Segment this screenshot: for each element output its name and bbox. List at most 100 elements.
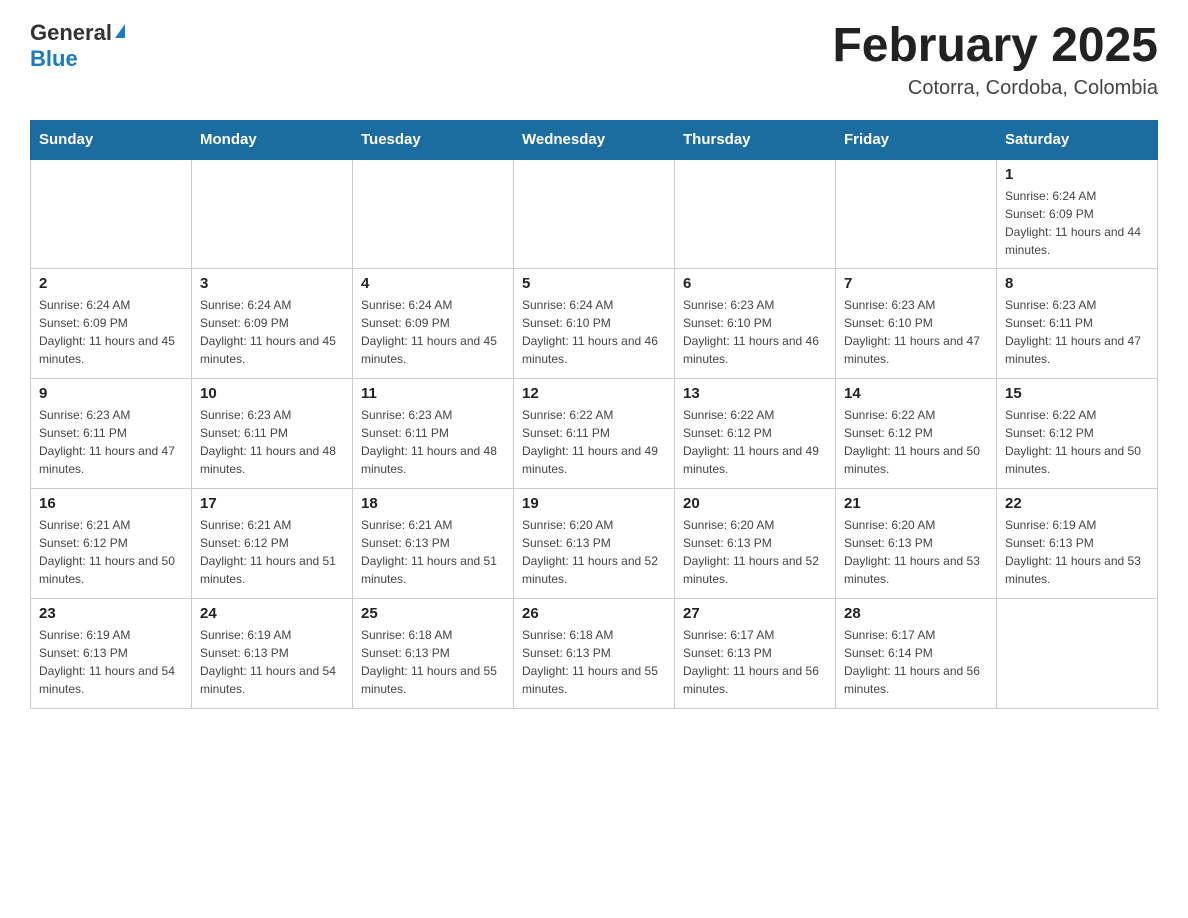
day-number: 27 xyxy=(683,605,827,622)
calendar-cell xyxy=(997,599,1158,709)
calendar-table: SundayMondayTuesdayWednesdayThursdayFrid… xyxy=(30,120,1158,710)
day-info: Sunrise: 6:21 AMSunset: 6:12 PMDaylight:… xyxy=(39,516,183,588)
calendar-cell xyxy=(192,159,353,269)
day-header-friday: Friday xyxy=(836,120,997,159)
day-info: Sunrise: 6:19 AMSunset: 6:13 PMDaylight:… xyxy=(1005,516,1149,588)
day-number: 21 xyxy=(844,495,988,512)
calendar-cell: 10 Sunrise: 6:23 AMSunset: 6:11 PMDayligh… xyxy=(192,379,353,489)
calendar-cell: 27 Sunrise: 6:17 AMSunset: 6:13 PMDayligh… xyxy=(675,599,836,709)
page-header: General Blue February 2025 Cotorra, Cord… xyxy=(30,20,1158,100)
day-number: 12 xyxy=(522,385,666,402)
calendar-cell xyxy=(836,159,997,269)
day-header-saturday: Saturday xyxy=(997,120,1158,159)
day-number: 4 xyxy=(361,275,505,292)
calendar-cell: 28 Sunrise: 6:17 AMSunset: 6:14 PMDayligh… xyxy=(836,599,997,709)
calendar-cell xyxy=(353,159,514,269)
day-number: 22 xyxy=(1005,495,1149,512)
day-info: Sunrise: 6:20 AMSunset: 6:13 PMDaylight:… xyxy=(844,516,988,588)
day-number: 18 xyxy=(361,495,505,512)
calendar-cell: 5 Sunrise: 6:24 AMSunset: 6:10 PMDaylight… xyxy=(514,269,675,379)
day-info: Sunrise: 6:23 AMSunset: 6:11 PMDaylight:… xyxy=(361,406,505,478)
day-number: 28 xyxy=(844,605,988,622)
calendar-cell: 13 Sunrise: 6:22 AMSunset: 6:12 PMDayligh… xyxy=(675,379,836,489)
day-info: Sunrise: 6:22 AMSunset: 6:12 PMDaylight:… xyxy=(1005,406,1149,478)
day-info: Sunrise: 6:18 AMSunset: 6:13 PMDaylight:… xyxy=(522,626,666,698)
day-info: Sunrise: 6:17 AMSunset: 6:14 PMDaylight:… xyxy=(844,626,988,698)
calendar-cell: 6Sunrise: 6:23 AMSunset: 6:10 PMDaylight… xyxy=(675,269,836,379)
location-subtitle: Cotorra, Cordoba, Colombia xyxy=(832,77,1158,100)
day-number: 9 xyxy=(39,385,183,402)
calendar-cell xyxy=(31,159,192,269)
day-info: Sunrise: 6:19 AMSunset: 6:13 PMDaylight:… xyxy=(200,626,344,698)
calendar-week-row: 9 Sunrise: 6:23 AMSunset: 6:11 PMDaylight… xyxy=(31,379,1158,489)
day-number: 8 xyxy=(1005,275,1149,292)
day-number: 5 xyxy=(522,275,666,292)
calendar-cell: 24Sunrise: 6:19 AMSunset: 6:13 PMDayligh… xyxy=(192,599,353,709)
calendar-cell: 11 Sunrise: 6:23 AMSunset: 6:11 PMDayligh… xyxy=(353,379,514,489)
calendar-cell: 15 Sunrise: 6:22 AMSunset: 6:12 PMDayligh… xyxy=(997,379,1158,489)
calendar-cell: 12 Sunrise: 6:22 AMSunset: 6:11 PMDayligh… xyxy=(514,379,675,489)
calendar-week-row: 1 Sunrise: 6:24 AMSunset: 6:09 PMDaylight… xyxy=(31,159,1158,269)
day-number: 13 xyxy=(683,385,827,402)
day-info: Sunrise: 6:20 AMSunset: 6:13 PMDaylight:… xyxy=(522,516,666,588)
day-number: 15 xyxy=(1005,385,1149,402)
calendar-cell: 14Sunrise: 6:22 AMSunset: 6:12 PMDayligh… xyxy=(836,379,997,489)
day-header-sunday: Sunday xyxy=(31,120,192,159)
calendar-cell: 20 Sunrise: 6:20 AMSunset: 6:13 PMDayligh… xyxy=(675,489,836,599)
day-number: 20 xyxy=(683,495,827,512)
logo: General Blue xyxy=(30,20,125,72)
calendar-header-row: SundayMondayTuesdayWednesdayThursdayFrid… xyxy=(31,120,1158,159)
day-number: 6 xyxy=(683,275,827,292)
day-number: 17 xyxy=(200,495,344,512)
day-info: Sunrise: 6:18 AMSunset: 6:13 PMDaylight:… xyxy=(361,626,505,698)
day-number: 25 xyxy=(361,605,505,622)
day-info: Sunrise: 6:20 AMSunset: 6:13 PMDaylight:… xyxy=(683,516,827,588)
day-info: Sunrise: 6:24 AMSunset: 6:09 PMDaylight:… xyxy=(1005,187,1149,259)
calendar-cell xyxy=(514,159,675,269)
calendar-cell: 3 Sunrise: 6:24 AMSunset: 6:09 PMDaylight… xyxy=(192,269,353,379)
calendar-cell: 8 Sunrise: 6:23 AMSunset: 6:11 PMDaylight… xyxy=(997,269,1158,379)
day-info: Sunrise: 6:17 AMSunset: 6:13 PMDaylight:… xyxy=(683,626,827,698)
day-info: Sunrise: 6:23 AMSunset: 6:11 PMDaylight:… xyxy=(1005,296,1149,368)
day-info: Sunrise: 6:23 AMSunset: 6:10 PMDaylight:… xyxy=(844,296,988,368)
calendar-cell: 26 Sunrise: 6:18 AMSunset: 6:13 PMDayligh… xyxy=(514,599,675,709)
calendar-week-row: 16 Sunrise: 6:21 AMSunset: 6:12 PMDayligh… xyxy=(31,489,1158,599)
day-number: 26 xyxy=(522,605,666,622)
calendar-cell: 21 Sunrise: 6:20 AMSunset: 6:13 PMDayligh… xyxy=(836,489,997,599)
calendar-cell: 23 Sunrise: 6:19 AMSunset: 6:13 PMDayligh… xyxy=(31,599,192,709)
calendar-cell: 19Sunrise: 6:20 AMSunset: 6:13 PMDayligh… xyxy=(514,489,675,599)
day-info: Sunrise: 6:19 AMSunset: 6:13 PMDaylight:… xyxy=(39,626,183,698)
calendar-cell: 1 Sunrise: 6:24 AMSunset: 6:09 PMDaylight… xyxy=(997,159,1158,269)
day-number: 11 xyxy=(361,385,505,402)
day-info: Sunrise: 6:23 AMSunset: 6:11 PMDaylight:… xyxy=(39,406,183,478)
day-info: Sunrise: 6:21 AMSunset: 6:12 PMDaylight:… xyxy=(200,516,344,588)
day-number: 23 xyxy=(39,605,183,622)
calendar-cell: 9 Sunrise: 6:23 AMSunset: 6:11 PMDaylight… xyxy=(31,379,192,489)
day-header-monday: Monday xyxy=(192,120,353,159)
day-number: 1 xyxy=(1005,166,1149,183)
calendar-cell: 17 Sunrise: 6:21 AMSunset: 6:12 PMDayligh… xyxy=(192,489,353,599)
day-number: 10 xyxy=(200,385,344,402)
calendar-cell xyxy=(675,159,836,269)
calendar-cell: 22 Sunrise: 6:19 AMSunset: 6:13 PMDayligh… xyxy=(997,489,1158,599)
day-info: Sunrise: 6:23 AMSunset: 6:11 PMDaylight:… xyxy=(200,406,344,478)
day-number: 16 xyxy=(39,495,183,512)
day-info: Sunrise: 6:22 AMSunset: 6:12 PMDaylight:… xyxy=(683,406,827,478)
calendar-cell: 18 Sunrise: 6:21 AMSunset: 6:13 PMDayligh… xyxy=(353,489,514,599)
calendar-cell: 16 Sunrise: 6:21 AMSunset: 6:12 PMDayligh… xyxy=(31,489,192,599)
day-info: Sunrise: 6:24 AMSunset: 6:09 PMDaylight:… xyxy=(39,296,183,368)
calendar-cell: 4Sunrise: 6:24 AMSunset: 6:09 PMDaylight… xyxy=(353,269,514,379)
calendar-week-row: 2Sunrise: 6:24 AMSunset: 6:09 PMDaylight… xyxy=(31,269,1158,379)
calendar-cell: 7Sunrise: 6:23 AMSunset: 6:10 PMDaylight… xyxy=(836,269,997,379)
day-number: 14 xyxy=(844,385,988,402)
day-info: Sunrise: 6:21 AMSunset: 6:13 PMDaylight:… xyxy=(361,516,505,588)
day-number: 3 xyxy=(200,275,344,292)
day-info: Sunrise: 6:22 AMSunset: 6:11 PMDaylight:… xyxy=(522,406,666,478)
day-info: Sunrise: 6:24 AMSunset: 6:09 PMDaylight:… xyxy=(200,296,344,368)
month-title: February 2025 xyxy=(832,20,1158,73)
day-info: Sunrise: 6:24 AMSunset: 6:10 PMDaylight:… xyxy=(522,296,666,368)
day-header-thursday: Thursday xyxy=(675,120,836,159)
calendar-cell: 25 Sunrise: 6:18 AMSunset: 6:13 PMDayligh… xyxy=(353,599,514,709)
calendar-cell: 2Sunrise: 6:24 AMSunset: 6:09 PMDaylight… xyxy=(31,269,192,379)
title-block: February 2025 Cotorra, Cordoba, Colombia xyxy=(832,20,1158,100)
